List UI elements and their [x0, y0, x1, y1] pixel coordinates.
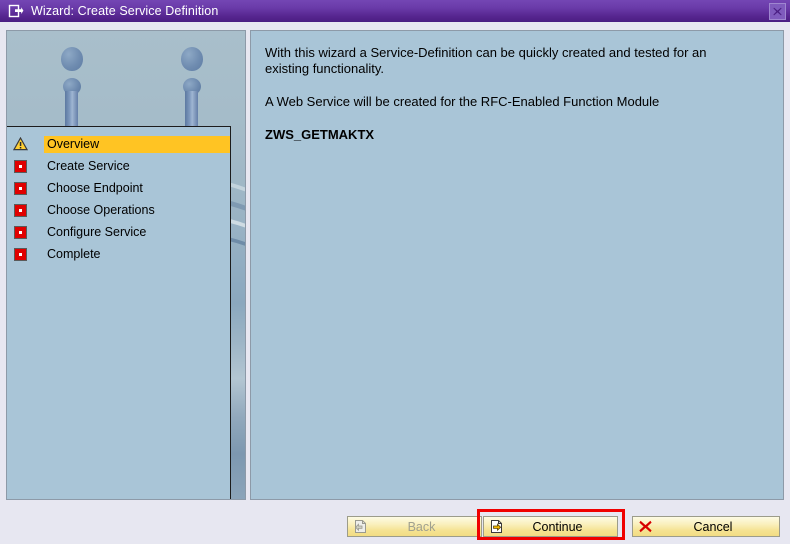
cancel-button[interactable]: Cancel [632, 516, 780, 537]
red-square-icon [12, 224, 28, 240]
red-square-icon [12, 158, 28, 174]
close-icon[interactable] [769, 3, 786, 20]
red-square-icon [12, 180, 28, 196]
wizard-sidebar: Overview Create Service Choose Endpoint … [6, 30, 246, 500]
sidebar-item-choose-operations[interactable]: Choose Operations [7, 199, 230, 221]
page-back-arrow-icon [352, 519, 368, 535]
window-titlebar: Wizard: Create Service Definition [0, 0, 790, 22]
wizard-step-list: Overview Create Service Choose Endpoint … [7, 126, 231, 499]
continue-button-label: Continue [532, 519, 583, 534]
red-square-icon [12, 202, 28, 218]
intro-paragraph: With this wizard a Service-Definition ca… [265, 45, 707, 76]
page-forward-arrow-icon [488, 519, 504, 535]
continue-button[interactable]: Continue [483, 516, 618, 537]
back-button-label: Back [407, 519, 436, 534]
sidebar-item-label: Choose Endpoint [47, 180, 143, 195]
sidebar-item-label: Complete [47, 246, 101, 261]
sidebar-item-create-service[interactable]: Create Service [7, 155, 230, 177]
sidebar-item-complete[interactable]: Complete [7, 243, 230, 265]
window-title: Wizard: Create Service Definition [31, 4, 219, 18]
dialog-footer: Back Continue Cancel [0, 508, 790, 544]
sidebar-item-label: Configure Service [47, 224, 147, 239]
window-wizard-icon [8, 4, 24, 18]
sidebar-item-label: Overview [44, 135, 230, 153]
cancel-button-label: Cancel [693, 519, 733, 534]
back-button[interactable]: Back [347, 516, 482, 537]
dialog-body: Overview Create Service Choose Endpoint … [0, 22, 790, 544]
red-x-icon [637, 519, 653, 535]
warning-triangle-icon [12, 136, 28, 152]
sidebar-item-configure-service[interactable]: Configure Service [7, 221, 230, 243]
sidebar-item-label: Create Service [47, 158, 130, 173]
sidebar-item-overview[interactable]: Overview [7, 133, 230, 155]
function-module-name: ZWS_GETMAKTX [265, 127, 375, 142]
red-square-icon [12, 246, 28, 262]
wizard-content-panel: With this wizard a Service-Definition ca… [250, 30, 784, 500]
sidebar-item-label: Choose Operations [47, 202, 155, 217]
web-service-paragraph: A Web Service will be created for the RF… [265, 94, 660, 109]
sidebar-item-choose-endpoint[interactable]: Choose Endpoint [7, 177, 230, 199]
